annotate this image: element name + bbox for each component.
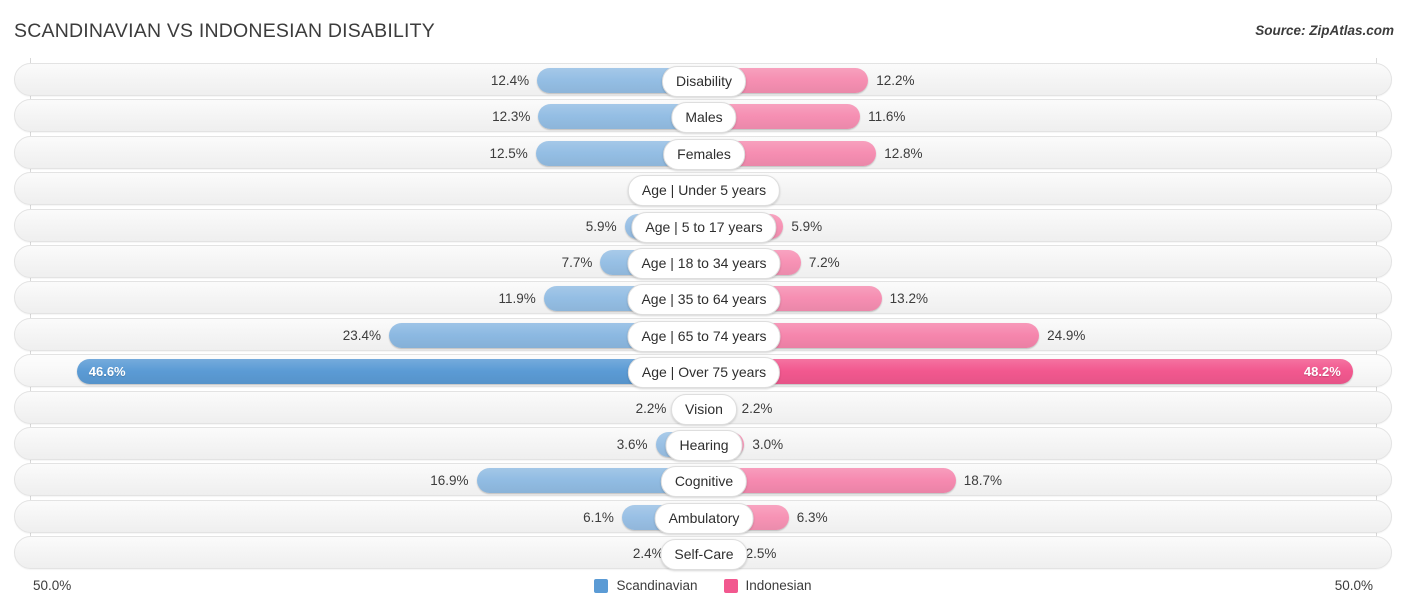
category-label[interactable]: Ambulatory <box>654 502 754 534</box>
legend-label: Scandinavian <box>616 578 698 593</box>
table-row[interactable]: 12.4% 12.2% Disability <box>14 63 1392 97</box>
value-label-scandinavian: 7.7% <box>561 255 593 270</box>
legend-label: Indonesian <box>745 578 812 593</box>
diverging-bar-chart: 12.4% 12.2% Disability 12.3% 11.6% Males 12.5%… <box>0 58 1406 571</box>
value-label-indonesian: 48.2% <box>1303 364 1341 380</box>
category-label[interactable]: Males <box>671 102 737 134</box>
legend-swatch-icon <box>723 578 738 593</box>
value-label-scandinavian: 2.2% <box>635 400 667 416</box>
chart-legend: Scandinavian Indonesian <box>0 578 1406 593</box>
chart-header: SCANDINAVIAN VS INDONESIAN DISABILITY So… <box>0 0 1406 58</box>
value-label-indonesian: 11.6% <box>868 109 906 125</box>
value-label-scandinavian: 12.3% <box>492 109 531 125</box>
value-label-scandinavian: 12.5% <box>489 145 528 161</box>
value-label-indonesian: 24.9% <box>1047 327 1086 343</box>
value-label-scandinavian: 6.1% <box>583 509 614 525</box>
category-label[interactable]: Hearing <box>665 430 743 461</box>
category-label[interactable]: Age | 35 to 64 years <box>627 284 781 316</box>
value-label-indonesian: 5.9% <box>791 218 823 234</box>
value-label-indonesian: 12.2% <box>876 73 915 88</box>
value-label-indonesian: 18.7% <box>963 473 1002 489</box>
source-attribution: Source: ZipAtlas.com <box>1255 23 1394 38</box>
value-label-indonesian: 3.0% <box>752 437 784 452</box>
table-row[interactable]: 2.4% 2.5% Self-Care <box>14 536 1392 571</box>
value-label-scandinavian: 2.4% <box>632 546 664 562</box>
value-label-indonesian: 7.2% <box>808 255 840 270</box>
value-label-scandinavian: 11.9% <box>498 291 536 307</box>
value-label-scandinavian: 46.6% <box>88 364 126 380</box>
table-row[interactable]: 16.9% 18.7% Cognitive <box>14 463 1392 498</box>
value-label-scandinavian: 23.4% <box>342 327 382 343</box>
legend-item[interactable]: Indonesian <box>723 578 812 593</box>
category-label[interactable]: Disability <box>661 66 747 97</box>
value-label-indonesian: 2.2% <box>741 400 773 416</box>
table-row[interactable]: 1.5%1.2%Age | Under 5 years <box>14 172 1392 207</box>
value-label-scandinavian: 3.6% <box>616 437 648 452</box>
page-title: SCANDINAVIAN VS INDONESIAN DISABILITY <box>14 20 435 42</box>
table-row[interactable]: 6.1% 6.3% Ambulatory <box>14 499 1392 534</box>
value-label-indonesian: 2.5% <box>745 546 777 562</box>
table-row[interactable]: 2.2% 2.2% Vision <box>14 390 1392 425</box>
value-label-indonesian: 6.3% <box>796 509 828 525</box>
category-label[interactable]: Age | Under 5 years <box>627 175 781 207</box>
table-row[interactable]: 7.7% 7.2% Age | 18 to 34 years <box>14 245 1392 279</box>
value-label-scandinavian: 12.4% <box>490 73 530 88</box>
value-label-scandinavian: 16.9% <box>430 473 469 489</box>
category-label[interactable]: Age | 5 to 17 years <box>631 211 777 243</box>
category-label[interactable]: Vision <box>671 393 737 425</box>
table-row[interactable]: 12.5% 12.8% Females <box>14 135 1392 170</box>
category-label[interactable]: Age | 65 to 74 years <box>627 320 781 352</box>
table-row[interactable]: 23.4% 24.9% Age | 65 to 74 years <box>14 317 1392 352</box>
chart-footer: 50.0% 50.0% Scandinavian Indonesian <box>0 570 1406 612</box>
category-label[interactable]: Cognitive <box>660 466 748 498</box>
table-row[interactable]: 11.9% 13.2% Age | 35 to 64 years <box>14 281 1392 316</box>
category-label[interactable]: Females <box>663 138 745 170</box>
category-label[interactable]: Self-Care <box>660 539 748 571</box>
table-row[interactable]: 12.3% 11.6% Males <box>14 99 1392 134</box>
value-label-indonesian: 13.2% <box>889 291 928 307</box>
value-label-scandinavian: 5.9% <box>585 218 617 234</box>
legend-swatch-icon <box>594 578 609 593</box>
category-label[interactable]: Age | 18 to 34 years <box>627 248 781 279</box>
table-row[interactable]: 3.6% 3.0% Hearing <box>14 427 1392 461</box>
table-row[interactable]: 5.9% 5.9% Age | 5 to 17 years <box>14 208 1392 243</box>
legend-item[interactable]: Scandinavian <box>594 578 698 593</box>
category-label[interactable]: Age | Over 75 years <box>627 357 781 389</box>
table-row[interactable]: 46.6% 48.2% Age | Over 75 years <box>14 354 1392 389</box>
value-label-indonesian: 12.8% <box>884 145 923 161</box>
